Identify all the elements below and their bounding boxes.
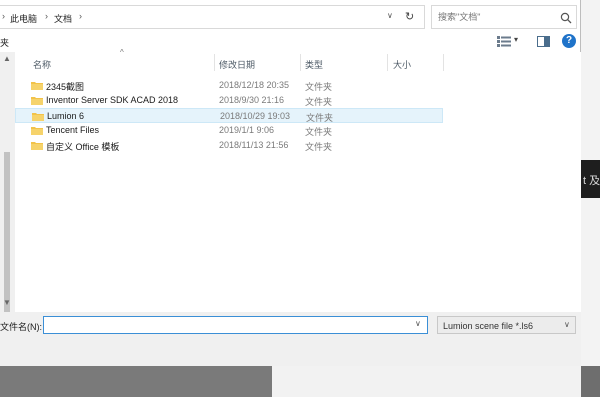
file-name: 2345截图 (46, 82, 85, 92)
folder-icon (31, 142, 43, 150)
breadcrumb-documents[interactable]: 文档 (54, 12, 72, 25)
new-folder-button[interactable]: 夹 (0, 36, 9, 49)
column-header-date[interactable]: 修改日期 (219, 58, 255, 71)
chevron-down-icon[interactable]: ▾ (514, 35, 518, 44)
chevron-right-icon: › (2, 11, 5, 21)
chevron-down-icon[interactable]: ∨ (564, 320, 570, 329)
folder-icon (31, 127, 43, 135)
file-name: 自定义 Office 模板 (46, 142, 120, 152)
file-name: Inventor Server SDK ACAD 2018 (46, 95, 179, 105)
view-options-icon[interactable] (497, 36, 511, 47)
chevron-down-icon[interactable]: ∨ (387, 11, 393, 20)
navigation-scrollbar[interactable]: ▲ ▼ (0, 52, 15, 332)
file-date: 2018/12/18 20:35 (219, 80, 290, 90)
chevron-right-icon[interactable]: › (79, 11, 82, 21)
file-row[interactable]: 自定义 Office 模板 2018/11/13 21:56 文件夹 (15, 138, 443, 153)
background-panel: t 及 (581, 160, 600, 198)
file-type: 文件夹 (305, 127, 333, 137)
file-date: 2019/1/1 9:06 (219, 125, 275, 135)
background-window: t 及 (581, 0, 600, 397)
chevron-down-icon[interactable]: ▼ (3, 298, 11, 307)
file-open-dialog: › 此电脑 › 文档 › ∨ ↻ 夹 ▾ ? ▲ (0, 0, 581, 366)
file-date: 2018/11/13 21:56 (219, 140, 289, 150)
search-icon[interactable] (560, 12, 572, 24)
refresh-icon[interactable]: ↻ (405, 10, 414, 23)
column-header-name[interactable]: 名称 (33, 58, 51, 71)
address-bar[interactable]: › 此电脑 › 文档 › ∨ ↻ (0, 5, 425, 29)
file-row[interactable]: Tencent Files 2019/1/1 9:06 文件夹 (15, 123, 443, 138)
file-list: ^ 名称 修改日期 类型 大小 2345截图 2018/12/18 20:35 … (15, 48, 581, 312)
file-type: 文件夹 (305, 97, 333, 107)
file-type: 文件夹 (305, 82, 333, 92)
background-text: t 及 (583, 175, 600, 187)
file-name: Lumion 6 (47, 111, 85, 121)
chevron-down-icon[interactable]: ∨ (415, 319, 421, 328)
file-name-label: 文件名(N): (0, 322, 42, 332)
file-date: 2018/10/29 19:03 (220, 111, 291, 121)
folder-icon (31, 82, 43, 90)
file-name-input[interactable] (43, 316, 428, 334)
file-row[interactable]: Inventor Server SDK ACAD 2018 2018/9/30 … (15, 93, 443, 108)
help-icon[interactable]: ? (562, 34, 576, 48)
file-name-row: 文件名(N): ∨ Lumion scene file *.ls6 ∨ (0, 312, 581, 366)
chevron-right-icon[interactable]: › (45, 11, 48, 21)
chevron-up-icon[interactable]: ▲ (3, 54, 11, 63)
search-box[interactable] (431, 5, 577, 29)
column-header-type[interactable]: 类型 (305, 58, 323, 71)
sort-caret-icon: ^ (120, 48, 124, 57)
folder-icon (32, 113, 44, 121)
file-name: Tencent Files (46, 125, 100, 135)
address-row: › 此电脑 › 文档 › ∨ ↻ (0, 5, 581, 29)
toolbar: 夹 ▾ ? (0, 32, 581, 52)
preview-pane-icon[interactable] (537, 36, 550, 47)
column-headers: ^ 名称 修改日期 类型 大小 (15, 48, 581, 72)
file-row-selected[interactable]: Lumion 6 2018/10/29 19:03 文件夹 (15, 108, 443, 123)
file-date: 2018/9/30 21:16 (219, 95, 285, 105)
file-type-filter-value: Lumion scene file *.ls6 (443, 321, 534, 331)
file-row[interactable]: 2345截图 2018/12/18 20:35 文件夹 (15, 78, 443, 93)
file-type-filter[interactable]: Lumion scene file *.ls6 ∨ (437, 316, 576, 334)
folder-icon (31, 97, 43, 105)
column-header-size[interactable]: 大小 (393, 58, 411, 71)
background-bottom (0, 366, 581, 397)
breadcrumb-this-pc[interactable]: 此电脑 (10, 12, 37, 25)
background-band (581, 366, 600, 397)
file-type: 文件夹 (305, 142, 333, 152)
search-input[interactable] (438, 12, 548, 22)
